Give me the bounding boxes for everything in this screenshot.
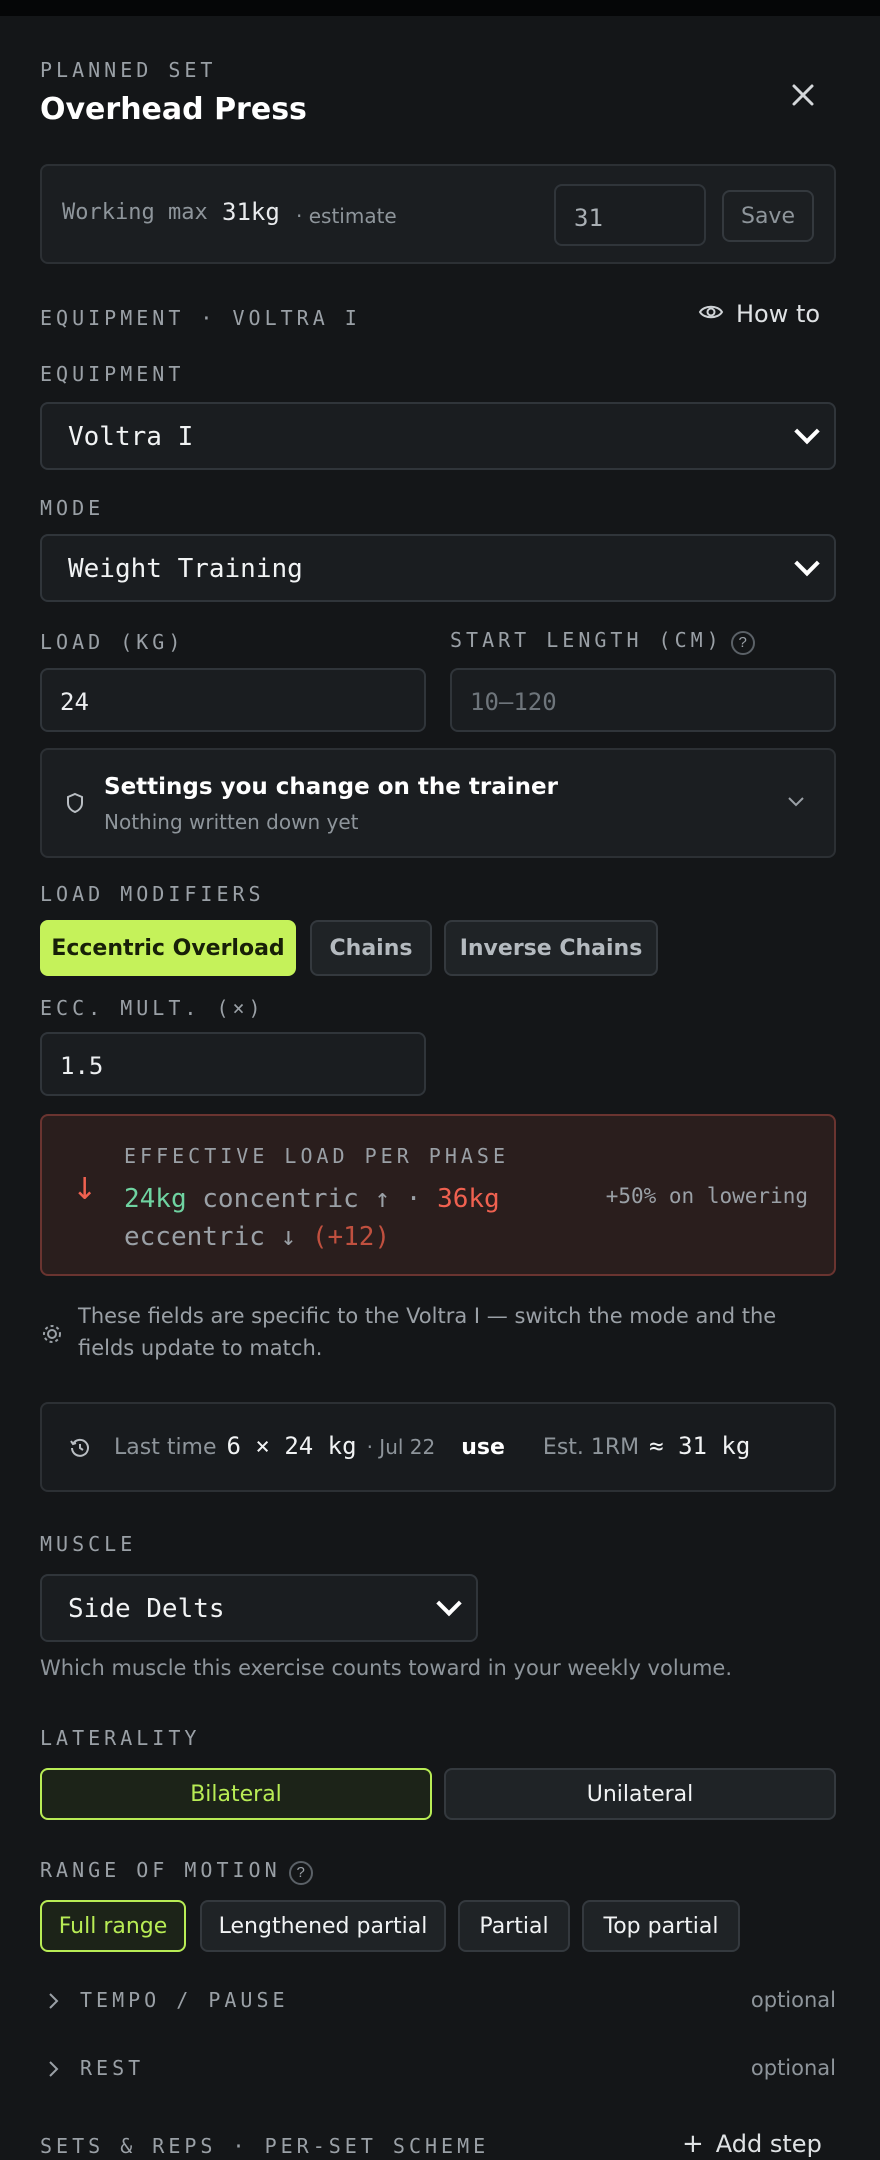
effective-load-note: +50% on lowering <box>605 1184 808 1208</box>
top-bar <box>0 0 880 16</box>
tempo-pause-toggle[interactable]: TEMPO / PAUSE optional <box>40 1982 836 2022</box>
close-icon[interactable] <box>786 78 820 112</box>
concentric-text: concentric ↑ · <box>202 1184 422 1214</box>
how-to-button[interactable]: How to <box>698 300 820 328</box>
last-time-row: Last time 6 × 24 kg · Jul 22 use Est. 1R… <box>114 1432 750 1460</box>
chevron-right-icon <box>48 1992 60 2014</box>
muscle-select[interactable]: Side Delts <box>40 1574 478 1642</box>
load-input[interactable]: 24 <box>40 668 426 732</box>
shield-icon <box>66 792 84 818</box>
last-time-label: Last time <box>114 1435 217 1460</box>
concentric-value: 24kg <box>124 1184 187 1214</box>
help-icon[interactable]: ? <box>730 630 755 655</box>
equipment-label: EQUIPMENT <box>40 362 185 386</box>
rom-label: RANGE OF MOTION <box>40 1858 281 1882</box>
working-max-value: 31kg <box>222 198 280 226</box>
muscle-help-text: Which muscle this exercise counts toward… <box>40 1656 733 1680</box>
rom-top-partial[interactable]: Top partial <box>582 1900 740 1952</box>
equipment-select[interactable]: Voltra I <box>40 402 836 470</box>
equipment-section-heading: EQUIPMENT · VOLTRA I <box>40 306 361 330</box>
working-max-card: Working max 31kg · estimate 31 Save <box>40 164 836 264</box>
effective-load-panel: ↓ EFFECTIVE LOAD PER PHASE 24kg concentr… <box>40 1114 836 1276</box>
est-1rm-value: ≈ 31 kg <box>649 1432 751 1460</box>
eccentric-text: eccentric ↓ <box>124 1222 297 1252</box>
laterality-label: LATERALITY <box>40 1726 201 1750</box>
chains-chip[interactable]: Chains <box>310 920 432 976</box>
rom-lengthened-partial[interactable]: Lengthened partial <box>200 1900 446 1952</box>
start-length-input[interactable]: 10–120 <box>450 668 836 732</box>
working-max-qualifier: · estimate <box>296 204 397 228</box>
effective-load-values: 24kg concentric ↑ · 36kg eccentric ↓ (+1… <box>124 1180 544 1256</box>
tempo-pause-label: TEMPO / PAUSE <box>80 1988 289 2012</box>
load-modifiers-label: LOAD MODIFIERS <box>40 882 265 906</box>
how-to-label: How to <box>736 300 821 328</box>
est-1rm-label: Est. 1RM <box>542 1435 640 1460</box>
last-time-date: · Jul 22 <box>366 1435 436 1459</box>
rom-full-range[interactable]: Full range <box>40 1900 186 1952</box>
trainer-settings-subtitle: Nothing written down yet <box>104 810 359 834</box>
chevron-down-icon <box>436 1590 462 1617</box>
use-button[interactable]: use <box>461 1435 505 1460</box>
last-time-card: Last time 6 × 24 kg · Jul 22 use Est. 1R… <box>40 1402 836 1492</box>
working-max-label: Working max <box>62 200 208 225</box>
muscle-label: MUSCLE <box>40 1532 137 1556</box>
chevron-down-icon <box>794 550 820 577</box>
mode-select[interactable]: Weight Training <box>40 534 836 602</box>
chevron-down-icon <box>786 794 806 813</box>
laterality-unilateral[interactable]: Unilateral <box>444 1768 836 1820</box>
eccentric-overload-chip[interactable]: Eccentric Overload <box>40 920 296 976</box>
rom-label-wrap: RANGE OF MOTION? <box>40 1858 313 1885</box>
sets-reps-label: SETS & REPS · PER-SET SCHEME <box>40 2134 490 2158</box>
eccentric-delta: (+12) <box>311 1222 391 1252</box>
start-length-label: START LENGTH (CM) <box>450 628 723 652</box>
gear-icon <box>40 1322 64 1350</box>
load-label: LOAD (KG) <box>40 630 185 654</box>
page-title: Overhead Press <box>40 92 307 127</box>
equipment-info-note: These fields are specific to the Voltra … <box>78 1304 777 1360</box>
trainer-settings-title: Settings you change on the trainer <box>104 774 558 800</box>
plus-icon: + <box>682 2129 704 2159</box>
trainer-settings-card[interactable]: Settings you change on the trainer Nothi… <box>40 748 836 858</box>
add-step-label: Add step <box>715 2130 822 2158</box>
eccentric-value: 36kg <box>437 1184 500 1214</box>
last-time-value: 6 × 24 kg <box>226 1432 357 1460</box>
down-arrow-icon: ↓ <box>72 1172 98 1207</box>
chevron-right-icon <box>48 2060 60 2082</box>
eye-icon <box>698 302 724 326</box>
inverse-chains-chip[interactable]: Inverse Chains <box>444 920 658 976</box>
working-max-input[interactable]: 31 <box>554 184 706 246</box>
laterality-bilateral[interactable]: Bilateral <box>40 1768 432 1820</box>
planned-set-eyebrow: PLANNED SET <box>40 58 217 82</box>
help-icon[interactable]: ? <box>288 1860 313 1885</box>
rest-label: REST <box>80 2056 145 2080</box>
rest-toggle[interactable]: REST optional <box>40 2050 836 2090</box>
rom-partial[interactable]: Partial <box>458 1900 570 1952</box>
ecc-mult-input[interactable]: 1.5 <box>40 1032 426 1096</box>
effective-load-title: EFFECTIVE LOAD PER PHASE <box>124 1144 509 1168</box>
save-button[interactable]: Save <box>722 190 814 242</box>
start-length-label-wrap: START LENGTH (CM)? <box>450 628 755 655</box>
rest-hint: optional <box>750 2056 836 2080</box>
mode-label: MODE <box>40 496 105 520</box>
chevron-down-icon <box>794 418 820 445</box>
history-icon <box>68 1436 92 1464</box>
ecc-mult-label: ECC. MULT. (×) <box>40 996 265 1020</box>
tempo-pause-hint: optional <box>750 1988 836 2012</box>
add-step-button[interactable]: + Add step <box>682 2130 822 2158</box>
